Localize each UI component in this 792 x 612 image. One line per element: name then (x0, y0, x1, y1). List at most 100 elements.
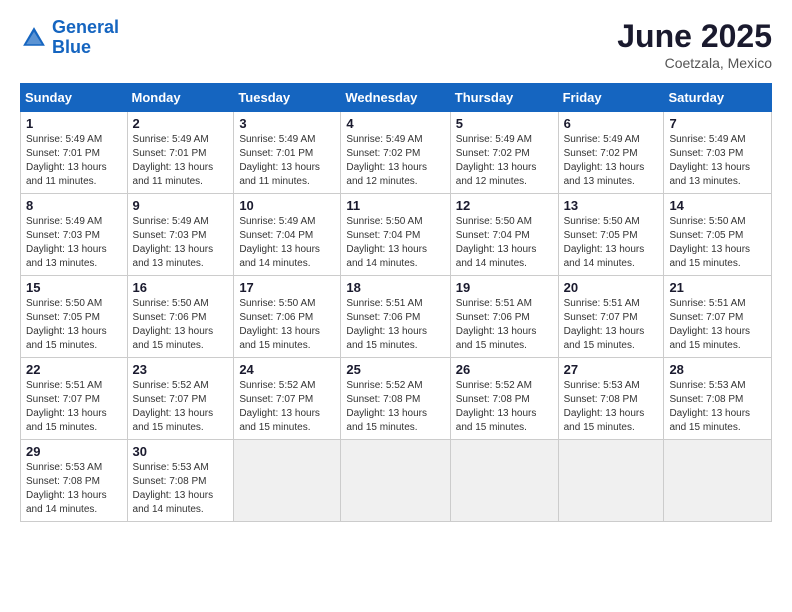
day-info: Sunrise: 5:49 AMSunset: 7:01 PMDaylight:… (133, 133, 229, 189)
day-number: 18 (346, 280, 444, 295)
day-info: Sunrise: 5:51 AMSunset: 7:06 PMDaylight:… (346, 297, 444, 353)
day-number: 11 (346, 198, 444, 213)
calendar-cell: 27 Sunrise: 5:53 AMSunset: 7:08 PMDayligh… (558, 358, 664, 440)
weekday-row: Sunday Monday Tuesday Wednesday Thursday… (21, 84, 772, 112)
calendar-cell: 18 Sunrise: 5:51 AMSunset: 7:06 PMDayligh… (341, 276, 450, 358)
col-wednesday: Wednesday (341, 84, 450, 112)
day-number: 25 (346, 362, 444, 377)
logo-line2: Blue (52, 37, 91, 57)
calendar-cell: 13 Sunrise: 5:50 AMSunset: 7:05 PMDayligh… (558, 194, 664, 276)
day-info: Sunrise: 5:50 AMSunset: 7:05 PMDaylight:… (564, 215, 659, 271)
day-number: 9 (133, 198, 229, 213)
day-number: 21 (669, 280, 766, 295)
day-info: Sunrise: 5:53 AMSunset: 7:08 PMDaylight:… (564, 379, 659, 435)
calendar-cell (450, 440, 558, 522)
day-info: Sunrise: 5:49 AMSunset: 7:03 PMDaylight:… (133, 215, 229, 271)
calendar-cell: 28Sunrise: 5:53 AMSunset: 7:08 PMDayligh… (664, 358, 772, 440)
calendar-cell: 5 Sunrise: 5:49 AMSunset: 7:02 PMDaylight… (450, 112, 558, 194)
day-info: Sunrise: 5:50 AMSunset: 7:04 PMDaylight:… (456, 215, 553, 271)
day-number: 28 (669, 362, 766, 377)
calendar-cell (234, 440, 341, 522)
day-number: 7 (669, 116, 766, 131)
calendar-cell: 8 Sunrise: 5:49 AMSunset: 7:03 PMDaylight… (21, 194, 128, 276)
calendar: Sunday Monday Tuesday Wednesday Thursday… (20, 83, 772, 522)
day-number: 10 (239, 198, 335, 213)
day-info: Sunrise: 5:49 AMSunset: 7:04 PMDaylight:… (239, 215, 335, 271)
day-info: Sunrise: 5:49 AMSunset: 7:01 PMDaylight:… (239, 133, 335, 189)
day-number: 27 (564, 362, 659, 377)
calendar-cell: 30 Sunrise: 5:53 AMSunset: 7:08 PMDayligh… (127, 440, 234, 522)
calendar-cell (558, 440, 664, 522)
day-number: 23 (133, 362, 229, 377)
day-info: Sunrise: 5:50 AMSunset: 7:05 PMDaylight:… (26, 297, 122, 353)
day-number: 2 (133, 116, 229, 131)
day-number: 8 (26, 198, 122, 213)
calendar-cell (664, 440, 772, 522)
day-number: 1 (26, 116, 122, 131)
calendar-cell: 6 Sunrise: 5:49 AMSunset: 7:02 PMDaylight… (558, 112, 664, 194)
calendar-cell: 3Sunrise: 5:49 AMSunset: 7:01 PMDaylight… (234, 112, 341, 194)
day-number: 13 (564, 198, 659, 213)
col-sunday: Sunday (21, 84, 128, 112)
calendar-header: Sunday Monday Tuesday Wednesday Thursday… (21, 84, 772, 112)
calendar-week-2: 8 Sunrise: 5:49 AMSunset: 7:03 PMDaylight… (21, 194, 772, 276)
day-info: Sunrise: 5:51 AMSunset: 7:07 PMDaylight:… (669, 297, 766, 353)
day-info: Sunrise: 5:51 AMSunset: 7:06 PMDaylight:… (456, 297, 553, 353)
calendar-cell: 17Sunrise: 5:50 AMSunset: 7:06 PMDayligh… (234, 276, 341, 358)
calendar-week-1: 1 Sunrise: 5:49 AMSunset: 7:01 PMDaylight… (21, 112, 772, 194)
col-tuesday: Tuesday (234, 84, 341, 112)
calendar-cell: 20 Sunrise: 5:51 AMSunset: 7:07 PMDayligh… (558, 276, 664, 358)
location-subtitle: Coetzala, Mexico (617, 55, 772, 71)
calendar-cell: 15 Sunrise: 5:50 AMSunset: 7:05 PMDayligh… (21, 276, 128, 358)
month-title: June 2025 (617, 18, 772, 55)
col-thursday: Thursday (450, 84, 558, 112)
col-saturday: Saturday (664, 84, 772, 112)
day-info: Sunrise: 5:52 AMSunset: 7:07 PMDaylight:… (133, 379, 229, 435)
day-number: 19 (456, 280, 553, 295)
calendar-cell: 29 Sunrise: 5:53 AMSunset: 7:08 PMDayligh… (21, 440, 128, 522)
page: General Blue June 2025 Coetzala, Mexico … (0, 0, 792, 612)
day-number: 29 (26, 444, 122, 459)
col-friday: Friday (558, 84, 664, 112)
day-info: Sunrise: 5:49 AMSunset: 7:03 PMDaylight:… (26, 215, 122, 271)
day-number: 16 (133, 280, 229, 295)
day-info: Sunrise: 5:49 AMSunset: 7:02 PMDaylight:… (456, 133, 553, 189)
day-number: 20 (564, 280, 659, 295)
calendar-cell: 16Sunrise: 5:50 AMSunset: 7:06 PMDayligh… (127, 276, 234, 358)
logo-icon (20, 24, 48, 52)
calendar-cell: 4 Sunrise: 5:49 AMSunset: 7:02 PMDaylight… (341, 112, 450, 194)
day-number: 6 (564, 116, 659, 131)
calendar-cell: 19 Sunrise: 5:51 AMSunset: 7:06 PMDayligh… (450, 276, 558, 358)
day-info: Sunrise: 5:53 AMSunset: 7:08 PMDaylight:… (26, 461, 122, 517)
calendar-body: 1 Sunrise: 5:49 AMSunset: 7:01 PMDaylight… (21, 112, 772, 522)
col-monday: Monday (127, 84, 234, 112)
calendar-cell: 10 Sunrise: 5:49 AMSunset: 7:04 PMDayligh… (234, 194, 341, 276)
header: General Blue June 2025 Coetzala, Mexico (20, 18, 772, 71)
calendar-cell: 21 Sunrise: 5:51 AMSunset: 7:07 PMDayligh… (664, 276, 772, 358)
calendar-week-3: 15 Sunrise: 5:50 AMSunset: 7:05 PMDayligh… (21, 276, 772, 358)
calendar-cell: 23 Sunrise: 5:52 AMSunset: 7:07 PMDayligh… (127, 358, 234, 440)
logo-text: General Blue (52, 18, 119, 58)
day-info: Sunrise: 5:52 AMSunset: 7:07 PMDaylight:… (239, 379, 335, 435)
day-info: Sunrise: 5:52 AMSunset: 7:08 PMDaylight:… (456, 379, 553, 435)
day-info: Sunrise: 5:49 AMSunset: 7:01 PMDaylight:… (26, 133, 122, 189)
day-number: 4 (346, 116, 444, 131)
calendar-cell (341, 440, 450, 522)
day-info: Sunrise: 5:52 AMSunset: 7:08 PMDaylight:… (346, 379, 444, 435)
calendar-cell: 2 Sunrise: 5:49 AMSunset: 7:01 PMDaylight… (127, 112, 234, 194)
logo-line1: General (52, 17, 119, 37)
calendar-cell: 25 Sunrise: 5:52 AMSunset: 7:08 PMDayligh… (341, 358, 450, 440)
day-info: Sunrise: 5:53 AMSunset: 7:08 PMDaylight:… (133, 461, 229, 517)
calendar-cell: 7Sunrise: 5:49 AMSunset: 7:03 PMDaylight… (664, 112, 772, 194)
day-number: 30 (133, 444, 229, 459)
day-info: Sunrise: 5:49 AMSunset: 7:02 PMDaylight:… (346, 133, 444, 189)
day-number: 15 (26, 280, 122, 295)
day-info: Sunrise: 5:50 AMSunset: 7:06 PMDaylight:… (239, 297, 335, 353)
day-info: Sunrise: 5:50 AMSunset: 7:04 PMDaylight:… (346, 215, 444, 271)
day-info: Sunrise: 5:51 AMSunset: 7:07 PMDaylight:… (564, 297, 659, 353)
calendar-cell: 24Sunrise: 5:52 AMSunset: 7:07 PMDayligh… (234, 358, 341, 440)
calendar-cell: 12Sunrise: 5:50 AMSunset: 7:04 PMDayligh… (450, 194, 558, 276)
calendar-cell: 11 Sunrise: 5:50 AMSunset: 7:04 PMDayligh… (341, 194, 450, 276)
day-info: Sunrise: 5:49 AMSunset: 7:02 PMDaylight:… (564, 133, 659, 189)
day-number: 5 (456, 116, 553, 131)
